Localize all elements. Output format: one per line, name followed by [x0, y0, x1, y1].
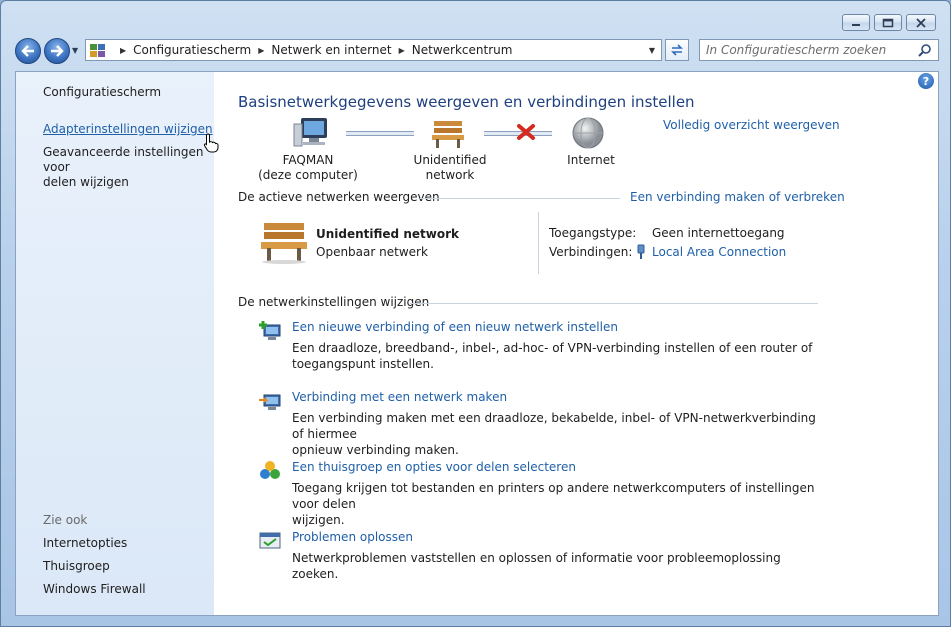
computer-sub: (deze computer): [258, 168, 358, 182]
homegroup-icon: [260, 461, 280, 479]
close-button[interactable]: [906, 14, 936, 31]
active-networks-header: De actieve netwerken weergeven: [238, 190, 440, 204]
task-new-connection-desc: Een draadloze, breedband-, inbel-, ad-ho…: [292, 340, 822, 372]
connect-network-icon: [259, 394, 281, 410]
sidebar-home-link[interactable]: Configuratiescherm: [43, 85, 161, 100]
restore-icon: [882, 18, 894, 27]
new-connection-icon: [259, 321, 281, 340]
content-area: Configuratiescherm Adapterinstellingen w…: [15, 71, 939, 616]
close-icon: [916, 17, 926, 28]
refresh-button[interactable]: [665, 39, 689, 61]
task-desc-line: Een draadloze, breedband-, inbel-, ad-ho…: [292, 341, 813, 355]
change-settings-header: De netwerkinstellingen wijzigen: [238, 295, 430, 309]
window: ▼ ▶ Configuratiescherm ▶ Netwerk en inte…: [0, 0, 951, 627]
divider: [420, 198, 620, 199]
caption-buttons: [842, 14, 936, 31]
troubleshoot-icon: [259, 532, 281, 549]
task-connect-network-desc: Een verbinding maken met een draadloze, …: [292, 410, 822, 458]
breadcrumb-separator: ▶: [120, 45, 127, 55]
sidebar-item-homegroup[interactable]: Thuisgroep: [43, 559, 110, 574]
main-panel: Basisnetwerkgegevens weergeven en verbin…: [238, 72, 938, 615]
map-connector-line: [346, 131, 414, 136]
task-desc-line: opnieuw verbinding maken.: [292, 443, 459, 457]
task-connect-network-link[interactable]: Verbinding met een netwerk maken: [292, 390, 507, 404]
local-area-connection-link[interactable]: Local Area Connection: [652, 245, 786, 259]
breadcrumb-separator: ▶: [398, 45, 405, 55]
back-button[interactable]: [15, 38, 41, 64]
computer-icon[interactable]: [293, 116, 333, 150]
task-desc-line: Toegang krijgen tot bestanden en printer…: [292, 481, 815, 511]
back-arrow-icon: [21, 45, 34, 57]
connections-label: Verbindingen:: [549, 245, 633, 259]
forward-arrow-icon: [51, 45, 64, 57]
task-troubleshoot-link[interactable]: Problemen oplossen: [292, 530, 413, 544]
active-network-type[interactable]: Openbaar netwerk: [316, 245, 428, 259]
full-map-link[interactable]: Volledig overzicht weergeven: [663, 118, 840, 132]
breadcrumb-configuratiescherm[interactable]: Configuratiescherm: [133, 43, 251, 57]
access-type-value: Geen internettoegang: [652, 226, 785, 240]
task-desc-line: wijzigen.: [292, 513, 345, 527]
computer-name: FAQMAN: [282, 153, 334, 167]
breadcrumb-separator: ▶: [258, 45, 265, 55]
address-bar[interactable]: ▶ Configuratiescherm ▶ Netwerk en intern…: [85, 39, 662, 61]
divider: [410, 303, 818, 304]
sidebar: Configuratiescherm Adapterinstellingen w…: [16, 72, 219, 615]
computer-label: FAQMAN (deze computer): [253, 153, 363, 183]
recent-pages-dropdown[interactable]: ▼: [72, 46, 78, 55]
task-desc-line: Een verbinding maken met een draadloze, …: [292, 411, 816, 441]
breadcrumb-netwerkcentrum[interactable]: Netwerkcentrum: [412, 43, 513, 57]
ethernet-icon: [637, 244, 645, 259]
minimize-button[interactable]: [842, 14, 870, 31]
vertical-divider: [538, 212, 539, 274]
bench-icon[interactable]: [431, 119, 465, 149]
disconnected-x-icon: [517, 124, 535, 140]
navigation-bar: ▼ ▶ Configuratiescherm ▶ Netwerk en inte…: [15, 38, 939, 64]
refresh-icon: [671, 44, 683, 56]
hand-cursor-icon: [203, 133, 219, 153]
connect-disconnect-link[interactable]: Een verbinding maken of verbreken: [630, 190, 845, 204]
sidebar-item-internet-options[interactable]: Internetopties: [43, 536, 127, 551]
access-type-label: Toegangstype:: [549, 226, 637, 240]
task-new-connection-link[interactable]: Een nieuwe verbinding of een nieuw netwe…: [292, 320, 618, 334]
search-placeholder: In Configuratiescherm zoeken: [706, 43, 887, 57]
sidebar-item-advanced-sharing[interactable]: Geavanceerde instellingen voor delen wij…: [43, 145, 214, 190]
search-icon: [918, 44, 931, 57]
see-also-title: Zie ook: [43, 513, 88, 527]
task-homegroup-link[interactable]: Een thuisgroep en opties voor delen sele…: [292, 460, 576, 474]
task-homegroup-desc: Toegang krijgen tot bestanden en printer…: [292, 480, 822, 528]
active-network-name: Unidentified network: [316, 227, 459, 241]
minimize-icon: [852, 23, 860, 26]
task-desc-line: Netwerkproblemen vaststellen en oplossen…: [292, 551, 781, 581]
network-bench-icon: [261, 223, 307, 264]
search-input[interactable]: In Configuratiescherm zoeken: [699, 39, 939, 61]
network-label: Unidentified network: [413, 153, 487, 182]
globe-icon[interactable]: [572, 117, 604, 149]
task-troubleshoot-desc: Netwerkproblemen vaststellen en oplossen…: [292, 550, 822, 582]
internet-label: Internet: [567, 153, 615, 167]
task-desc-line: toegangspunt instellen.: [292, 357, 434, 371]
address-dropdown-icon[interactable]: ▼: [649, 46, 655, 55]
breadcrumb-netwerk-en-internet[interactable]: Netwerk en internet: [271, 43, 391, 57]
sidebar-item-adapter-settings[interactable]: Adapterinstellingen wijzigen: [43, 122, 213, 137]
page-title: Basisnetwerkgegevens weergeven en verbin…: [238, 93, 695, 111]
maximize-button[interactable]: [874, 14, 902, 31]
control-panel-icon: [90, 43, 105, 57]
sidebar-item-windows-firewall[interactable]: Windows Firewall: [43, 582, 146, 597]
sidebar-item-label: Geavanceerde instellingen voor: [43, 145, 204, 174]
forward-button[interactable]: [44, 38, 70, 64]
sidebar-item-label: delen wijzigen: [43, 175, 129, 189]
